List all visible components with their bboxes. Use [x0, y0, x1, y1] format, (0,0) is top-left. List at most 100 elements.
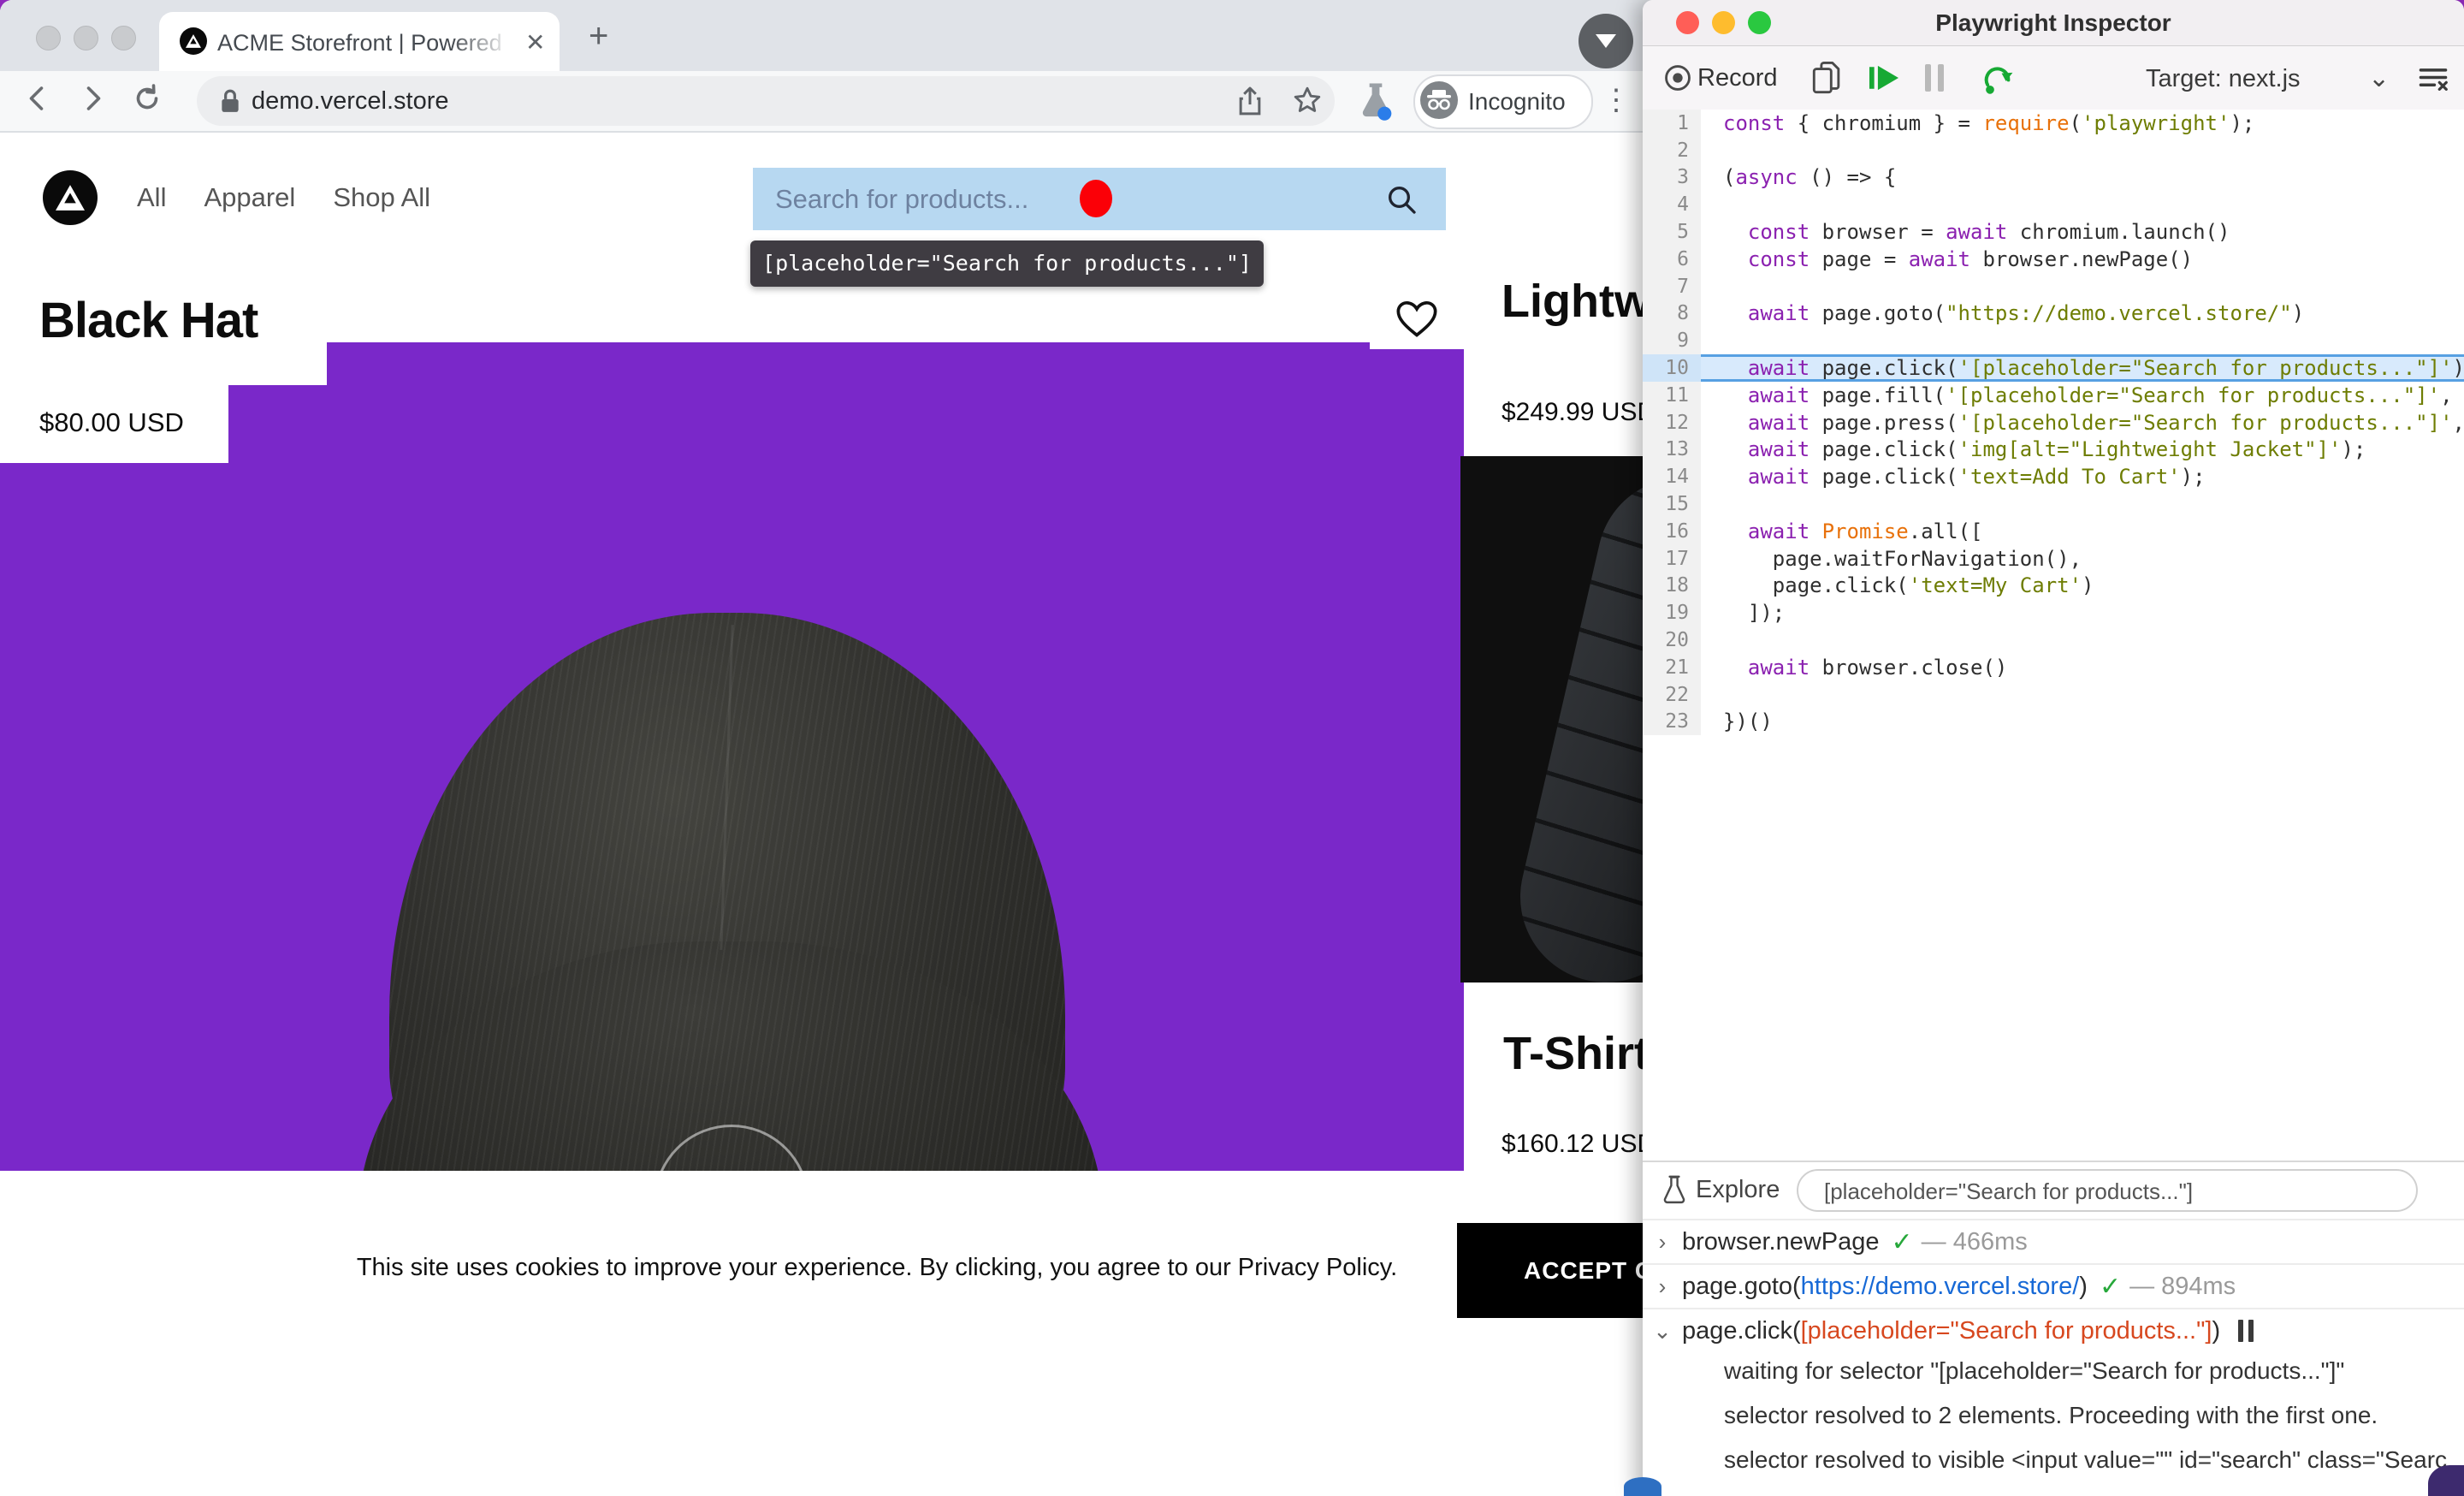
line-number: 6 — [1643, 246, 1701, 273]
incognito-badge: Incognito — [1413, 74, 1593, 129]
wishlist-box — [1370, 282, 1464, 349]
code-line-23: 23})() — [1643, 709, 2464, 736]
forward-button[interactable] — [77, 83, 111, 117]
tab-strip: ACME Storefront | Powered by ✕ + — [0, 0, 1655, 71]
inspector-title: Playwright Inspector — [1643, 9, 2464, 37]
line-number: 5 — [1643, 218, 1701, 246]
log-duration: — 894ms — [2129, 1273, 2236, 1301]
product-title-bottom[interactable]: T-Shirt — [1503, 1027, 1655, 1080]
window-minimize-button[interactable] — [74, 26, 98, 50]
lock-icon — [219, 88, 241, 114]
accept-cookies-button[interactable]: ACCEPT COOKIES — [1457, 1223, 1655, 1318]
code-line-6: 6 const page = await browser.newPage() — [1643, 246, 2464, 273]
code-line-20: 20 — [1643, 626, 2464, 654]
extension-flask-icon[interactable] — [1357, 80, 1395, 122]
resume-icon[interactable] — [1867, 63, 1901, 92]
line-number: 7 — [1643, 273, 1701, 300]
line-number: 12 — [1643, 409, 1701, 436]
new-tab-button[interactable]: + — [589, 21, 608, 50]
code-line-8: 8 await page.goto("https://demo.vercel.s… — [1643, 300, 2464, 328]
code-line-2: 2 — [1643, 137, 2464, 164]
back-button[interactable] — [22, 83, 56, 117]
search-placeholder: Search for products... — [775, 184, 1028, 215]
code-line-13: 13 await page.click('img[alt="Lightweigh… — [1643, 436, 2464, 464]
bookmark-star-icon[interactable] — [1292, 85, 1324, 117]
tab-search-button[interactable] — [1578, 14, 1633, 68]
line-number: 13 — [1643, 436, 1701, 464]
selector-tooltip: [placeholder="Search for products..."] — [750, 240, 1264, 287]
storefront-page: All Apparel Shop All Search for products..… — [0, 133, 1655, 1496]
record-icon[interactable] — [1663, 63, 1692, 92]
explore-input[interactable]: [placeholder="Search for products..."] — [1797, 1169, 2418, 1212]
incognito-label: Incognito — [1468, 88, 1566, 116]
log-expand-icon[interactable]: ⌄ — [1643, 1318, 1682, 1345]
log-row-3[interactable]: ⌄page.click([placeholder="Search for pro… — [1643, 1308, 2464, 1352]
product-price-right: $249.99 USD — [1502, 398, 1655, 427]
log-row-1[interactable]: ›browser.newPage✓— 466ms — [1643, 1219, 2464, 1263]
hero-title-box: Black Hat — [0, 266, 327, 385]
log-url-link[interactable]: https://demo.vercel.store/ — [1801, 1273, 2080, 1301]
nav-link-all[interactable]: All — [137, 182, 166, 213]
hero-product-image[interactable] — [0, 342, 1464, 1171]
dock-icon-peek-blue — [1624, 1477, 1661, 1496]
paused-icon — [2236, 1320, 2256, 1342]
target-selector[interactable]: Target: next.js — [2146, 65, 2301, 93]
code-line-11: 11 await page.fill('[placeholder="Search… — [1643, 382, 2464, 409]
code-line-1: 1const { chromium } = require('playwrigh… — [1643, 110, 2464, 137]
code-line-16: 16 await Promise.all([ — [1643, 518, 2464, 545]
explore-input-value: [placeholder="Search for products..."] — [1824, 1178, 2389, 1205]
address-bar[interactable]: demo.vercel.store — [197, 76, 1335, 126]
target-chevron-icon[interactable]: ⌄ — [2368, 63, 2390, 93]
code-line-14: 14 await page.click('text=Add To Cart'); — [1643, 463, 2464, 490]
log-expand-icon[interactable]: › — [1643, 1229, 1682, 1256]
code-line-21: 21 await browser.close() — [1643, 654, 2464, 681]
store-nav: All Apparel Shop All — [137, 182, 430, 213]
nav-link-apparel[interactable]: Apparel — [204, 182, 295, 213]
line-number: 22 — [1643, 681, 1701, 709]
line-number: 23 — [1643, 709, 1701, 736]
cookie-banner-text: This site uses cookies to improve your e… — [257, 1254, 1497, 1282]
log-row-2[interactable]: ›page.goto(https://demo.vercel.store/)✓—… — [1643, 1263, 2464, 1308]
source-code-panel: 1const { chromium } = require('playwrigh… — [1643, 110, 2464, 1161]
code-line-7: 7 — [1643, 273, 2464, 300]
url-text: demo.vercel.store — [252, 87, 449, 116]
line-number: 4 — [1643, 191, 1701, 218]
line-number: 11 — [1643, 382, 1701, 409]
share-icon[interactable] — [1235, 85, 1268, 117]
code-line-5: 5 const browser = await chromium.launch(… — [1643, 218, 2464, 246]
code-line-17: 17 page.waitForNavigation(), — [1643, 545, 2464, 573]
jacket-product-image[interactable] — [1460, 456, 1655, 982]
line-number: 21 — [1643, 654, 1701, 681]
product-title-right[interactable]: Lightweight Jacket — [1502, 275, 1655, 328]
clear-log-icon[interactable] — [2418, 65, 2449, 92]
success-check-icon: ✓ — [2100, 1272, 2121, 1302]
browser-tab[interactable]: ACME Storefront | Powered by ✕ — [159, 12, 560, 71]
line-number: 19 — [1643, 599, 1701, 626]
screen: ACME Storefront | Powered by ✕ + demo. — [0, 0, 2464, 1496]
code-line-4: 4 — [1643, 191, 2464, 218]
success-check-icon: ✓ — [1892, 1227, 1913, 1257]
log-expand-icon[interactable]: › — [1643, 1273, 1682, 1300]
code-line-19: 19 ]); — [1643, 599, 2464, 626]
line-number: 17 — [1643, 545, 1701, 573]
pause-icon[interactable] — [1922, 64, 1947, 96]
copy-icon[interactable] — [1810, 60, 1845, 98]
line-number: 1 — [1643, 110, 1701, 137]
window-close-button[interactable] — [36, 26, 61, 50]
browser-menu-icon[interactable]: ⋮ — [1602, 83, 1631, 117]
nav-link-shop-all[interactable]: Shop All — [333, 182, 430, 213]
step-over-icon[interactable] — [1981, 62, 2016, 96]
browser-window: ACME Storefront | Powered by ✕ + demo. — [0, 0, 1655, 1496]
heart-icon[interactable] — [1395, 298, 1439, 339]
click-indicator-dot — [1080, 180, 1112, 217]
code-line-22: 22 — [1643, 681, 2464, 709]
playwright-inspector-window: Playwright Inspector Record Target: next… — [1643, 0, 2464, 1496]
window-zoom-button[interactable] — [111, 26, 136, 50]
reload-button[interactable] — [132, 83, 166, 117]
tab-close-icon[interactable]: ✕ — [525, 28, 545, 56]
search-input[interactable]: Search for products... — [753, 168, 1446, 230]
line-number: 16 — [1643, 518, 1701, 545]
search-icon[interactable] — [1384, 182, 1419, 217]
line-number: 2 — [1643, 137, 1701, 164]
store-logo[interactable] — [43, 170, 98, 225]
